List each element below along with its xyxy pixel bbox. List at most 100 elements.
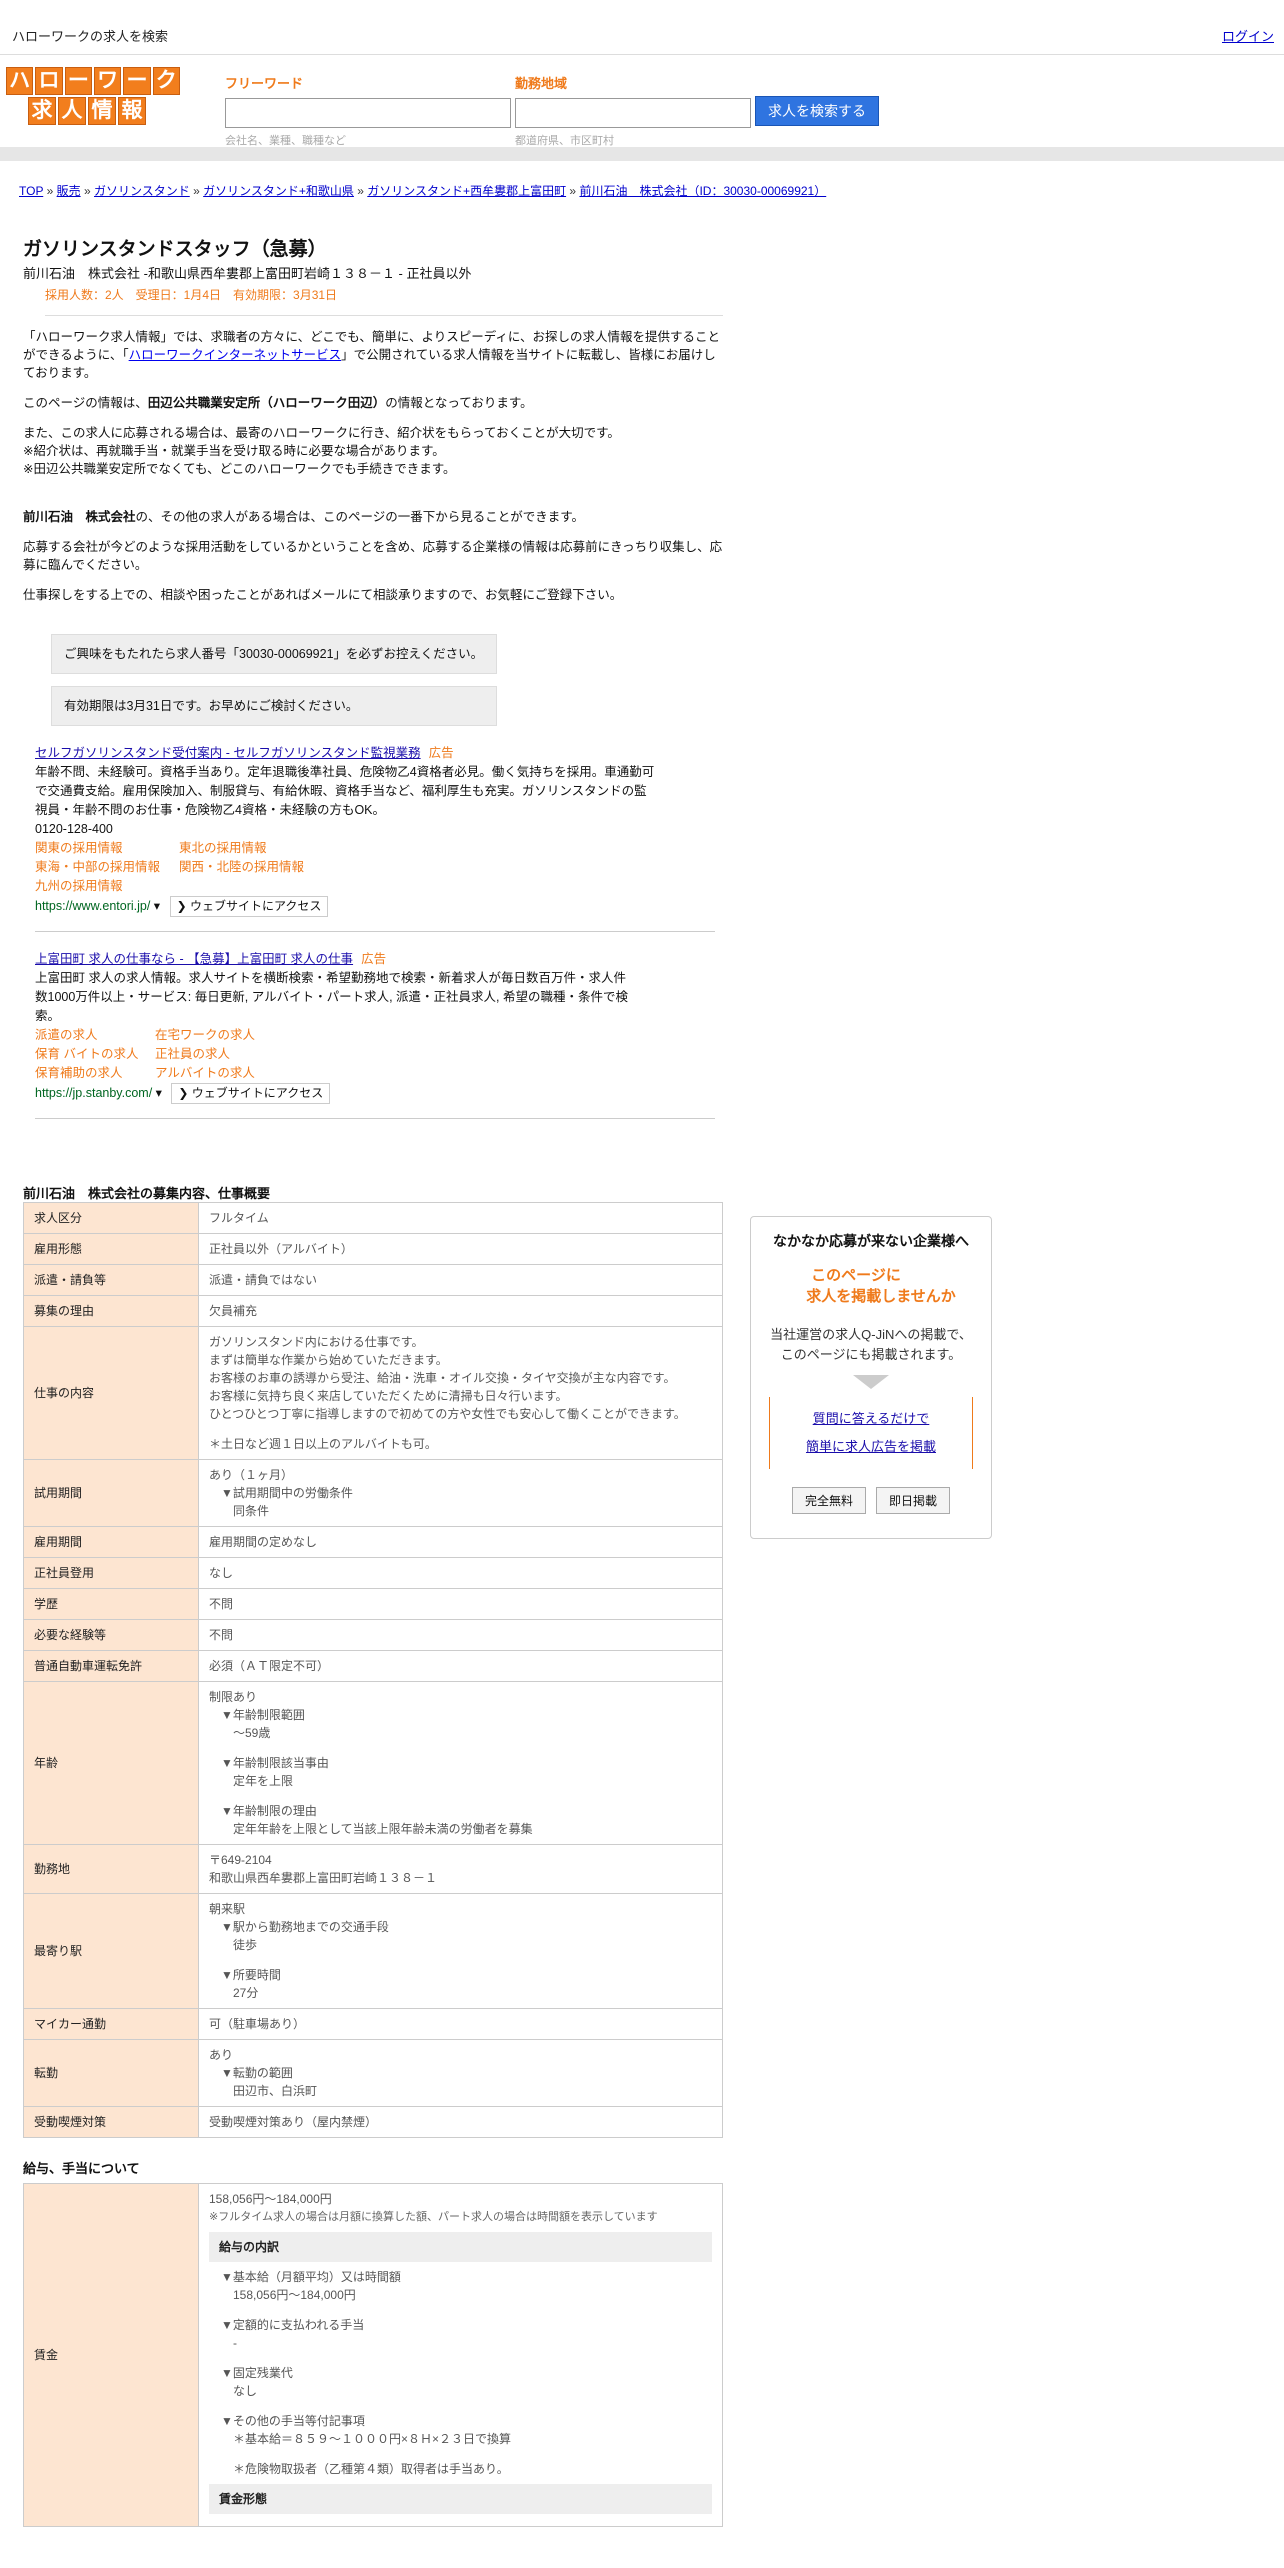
ad-title[interactable]: 上富田町 求人の仕事なら - 【急募】上富田町 求人の仕事 (35, 952, 353, 966)
details-row: マイカー通勤 可（駐車場あり） (23, 2008, 723, 2040)
visit-website-button[interactable]: ❯ ウェブサイトにアクセス (169, 896, 329, 917)
details-value-line: 受動喫煙対策あり（屋内禁煙） (209, 2115, 378, 2129)
details-value-line: ▼年齢制限範囲 (221, 1708, 305, 1722)
details-row: 受動喫煙対策 受動喫煙対策あり（屋内禁煙） (23, 2106, 723, 2138)
breadcrumb-sep: » (357, 184, 364, 198)
promo-cta-link-2[interactable]: 簡単に求人広告を掲載 (806, 1439, 936, 1454)
ad-links: 関東の採用情報 東北の採用情報 東海・中部の採用情報 関西・北陸の採用情報 九州… (35, 839, 735, 896)
divider (35, 1118, 715, 1119)
ad-link[interactable]: 保育 バイトの求人 (35, 1045, 155, 1064)
details-key: 派遣・請負等 (23, 1264, 199, 1296)
details-key: 転勤 (23, 2039, 199, 2107)
ad-block: 上富田町 求人の仕事なら - 【急募】上富田町 求人の仕事 広告 上富田町 求人の… (35, 950, 735, 1104)
details-key: 仕事の内容 (23, 1326, 199, 1460)
logo-char: 求 (28, 97, 56, 125)
details-value-line (209, 1954, 712, 1966)
breadcrumb-gas-station[interactable]: ガソリンスタンド (94, 184, 190, 198)
details-value-line: 不問 (209, 1628, 234, 1642)
breadcrumb-sep: » (46, 184, 54, 198)
ad-link[interactable]: アルバイトの求人 (155, 1064, 295, 1083)
intro-p5: 応募する会社が今どのような採用活動をしているかということを含め、応募する企業様の… (23, 540, 723, 572)
intro-p3: また、この求人に応募される場合は、最寄のハローワークに行き、紹介状をもらっておく… (23, 426, 620, 476)
ad-tag: 広告 (428, 746, 454, 760)
details-value-line: ＊土日など週１日以上のアルバイトも可。 (209, 1437, 437, 1451)
freeword-label: フリーワード (225, 76, 304, 91)
breadcrumb-top[interactable]: TOP (19, 184, 43, 198)
ad-link[interactable]: 東北の採用情報 (179, 839, 339, 858)
salary-line: ▼定額的に支払われる手当 (221, 2318, 365, 2332)
logo-char: 情 (88, 97, 116, 125)
salary-line: ▼基本給（月額平均）又は時間額 (221, 2270, 401, 2284)
ad-link[interactable]: 関東の採用情報 (35, 839, 179, 858)
details-value-line: あり（１ヶ月） (209, 1468, 294, 1482)
job-subtitle: 前川石油 株式会社 -和歌山県西牟婁郡上富田町岩崎１３８－１ - 正社員以外 (23, 266, 472, 281)
details-value-line: 27分 (233, 1986, 259, 2000)
breadcrumb-company[interactable]: 前川石油 株式会社（ID：30030-00069921） (579, 184, 826, 198)
details-value: 朝来駅 ▼駅から勤務地までの交通手段 徒歩 ▼所要時間 27分 (198, 1893, 723, 2009)
salary-value: 158,056円〜184,000円 ※フルタイム求人の場合は月額に換算した額、パ… (198, 2183, 723, 2527)
ad-tag: 広告 (361, 952, 387, 966)
details-value-line: 田辺市、白浜町 (233, 2084, 318, 2098)
job-title: ガソリンスタンドスタッフ（急募） (23, 239, 327, 260)
details-row: 勤務地 〒649-2104 和歌山県西牟婁郡上富田町岩崎１３８－１ (23, 1844, 723, 1894)
intro-p6: 仕事探しをする上での、相談や困ったことがあればメールにて相談承りますので、お気軽… (23, 588, 623, 602)
area-label: 勤務地域 (515, 76, 568, 91)
salary-line: ▼固定残業代 (221, 2366, 293, 2380)
details-value-line: 雇用期間の定めなし (209, 1535, 318, 1549)
ad-url[interactable]: https://jp.stanby.com/ (35, 1086, 152, 1100)
details-row: 試用期間 あり（１ヶ月） ▼試用期間中の労働条件 同条件 (23, 1459, 723, 1527)
breadcrumb-wakayama[interactable]: ガソリンスタンド+和歌山県 (203, 184, 354, 198)
logo-char: ー (123, 67, 151, 95)
promo-desc: 当社運営の求人Q-JiNへの掲載で、 このページにも掲載されます。 (751, 1325, 991, 1365)
details-value: 必須（ＡＴ限定不可） (198, 1650, 723, 1682)
freeword-input[interactable] (225, 98, 511, 128)
ad-links: 派遣の求人 在宅ワークの求人 保育 バイトの求人 正社員の求人 保育補助の求人 … (35, 1026, 735, 1083)
logo-row-2: 求人情報 (6, 97, 180, 125)
hellowork-internet-link[interactable]: ハローワークインターネットサービス (129, 348, 342, 362)
ad-link[interactable]: 保育補助の求人 (35, 1064, 155, 1083)
free-button[interactable]: 完全無料 (791, 1487, 866, 1514)
visit-website-button[interactable]: ❯ ウェブサイトにアクセス (171, 1083, 331, 1104)
details-row: 雇用期間 雇用期間の定めなし (23, 1526, 723, 1558)
login-link[interactable]: ログイン (1222, 26, 1274, 45)
details-value-line: まずは簡単な作業から始めていただきます。 (209, 1353, 448, 1367)
details-value-line: ▼年齢制限該当事由 (221, 1756, 329, 1770)
intro-p2: このページの情報は、田辺公共職業安定所（ハローワーク田辺）の情報となっております… (23, 396, 533, 410)
intro: 「ハローワーク求人情報」では、求職者の方々に、どこでも、簡単に、よりスピーディに… (23, 328, 723, 726)
details-value-line: 和歌山県西牟婁郡上富田町岩崎１３８－１ (209, 1871, 438, 1885)
details-key: 年齢 (23, 1681, 199, 1845)
details-value-line (209, 1790, 712, 1802)
area-input[interactable] (515, 98, 751, 128)
details-row: 求人区分 フルタイム (23, 1202, 723, 1234)
details-value-line: あり (209, 2048, 234, 2062)
details-value-line (209, 1423, 712, 1435)
ad-body: 上富田町 求人の求人情報。求人サイトを横断検索・希望勤務地で検索・新着求人が毎日… (35, 971, 628, 1023)
same-day-button[interactable]: 即日掲載 (876, 1487, 951, 1514)
ad-link[interactable]: 正社員の求人 (155, 1045, 295, 1064)
salary-line (221, 2448, 712, 2460)
logo[interactable]: ハローワーク 求人情報 (6, 67, 180, 127)
ad-link[interactable]: 東海・中部の採用情報 (35, 858, 179, 877)
promo-desc-1: 当社運営の求人Q-JiNへの掲載で、 (770, 1327, 972, 1342)
details-value: フルタイム (198, 1202, 723, 1234)
ad-link[interactable]: 関西・北陸の採用情報 (179, 858, 339, 877)
salary-range: 158,056円〜184,000円 (209, 2192, 332, 2206)
details-value: 〒649-2104 和歌山県西牟婁郡上富田町岩崎１３８－１ (198, 1844, 723, 1894)
details-value: ガソリンスタンド内における仕事です。 まずは簡単な作業から始めていただきます。 お客… (198, 1326, 723, 1460)
ad-link[interactable]: 九州の採用情報 (35, 877, 179, 896)
promo-cta-link-1[interactable]: 質問に答えるだけで (813, 1411, 930, 1426)
details-value: 雇用期間の定めなし (198, 1526, 723, 1558)
search-button[interactable]: 求人を検索する (755, 96, 879, 126)
ad-link[interactable]: 在宅ワークの求人 (155, 1026, 295, 1045)
top-bar: ハローワークの求人を検索 ログイン (0, 0, 1284, 55)
ad-title[interactable]: セルフガソリンスタンド受付案内 - セルフガソリンスタンド監視業務 (35, 746, 421, 760)
breadcrumb-kamitonda[interactable]: ガソリンスタンド+西牟婁郡上富田町 (367, 184, 566, 198)
ad-link[interactable]: 派遣の求人 (35, 1026, 155, 1045)
ad-url[interactable]: https://www.entori.jp/ (35, 899, 150, 913)
logo-char: ロ (35, 67, 63, 95)
details-key: マイカー通勤 (23, 2008, 199, 2040)
salary-note: ※フルタイム求人の場合は月額に換算した額、パート求人の場合は時間額を表示していま… (209, 2211, 658, 2223)
details-value: あり ▼転勤の範囲 田辺市、白浜町 (198, 2039, 723, 2107)
details-value-line: 定年を上限 (233, 1774, 294, 1788)
breadcrumb-sales[interactable]: 販売 (57, 184, 81, 198)
